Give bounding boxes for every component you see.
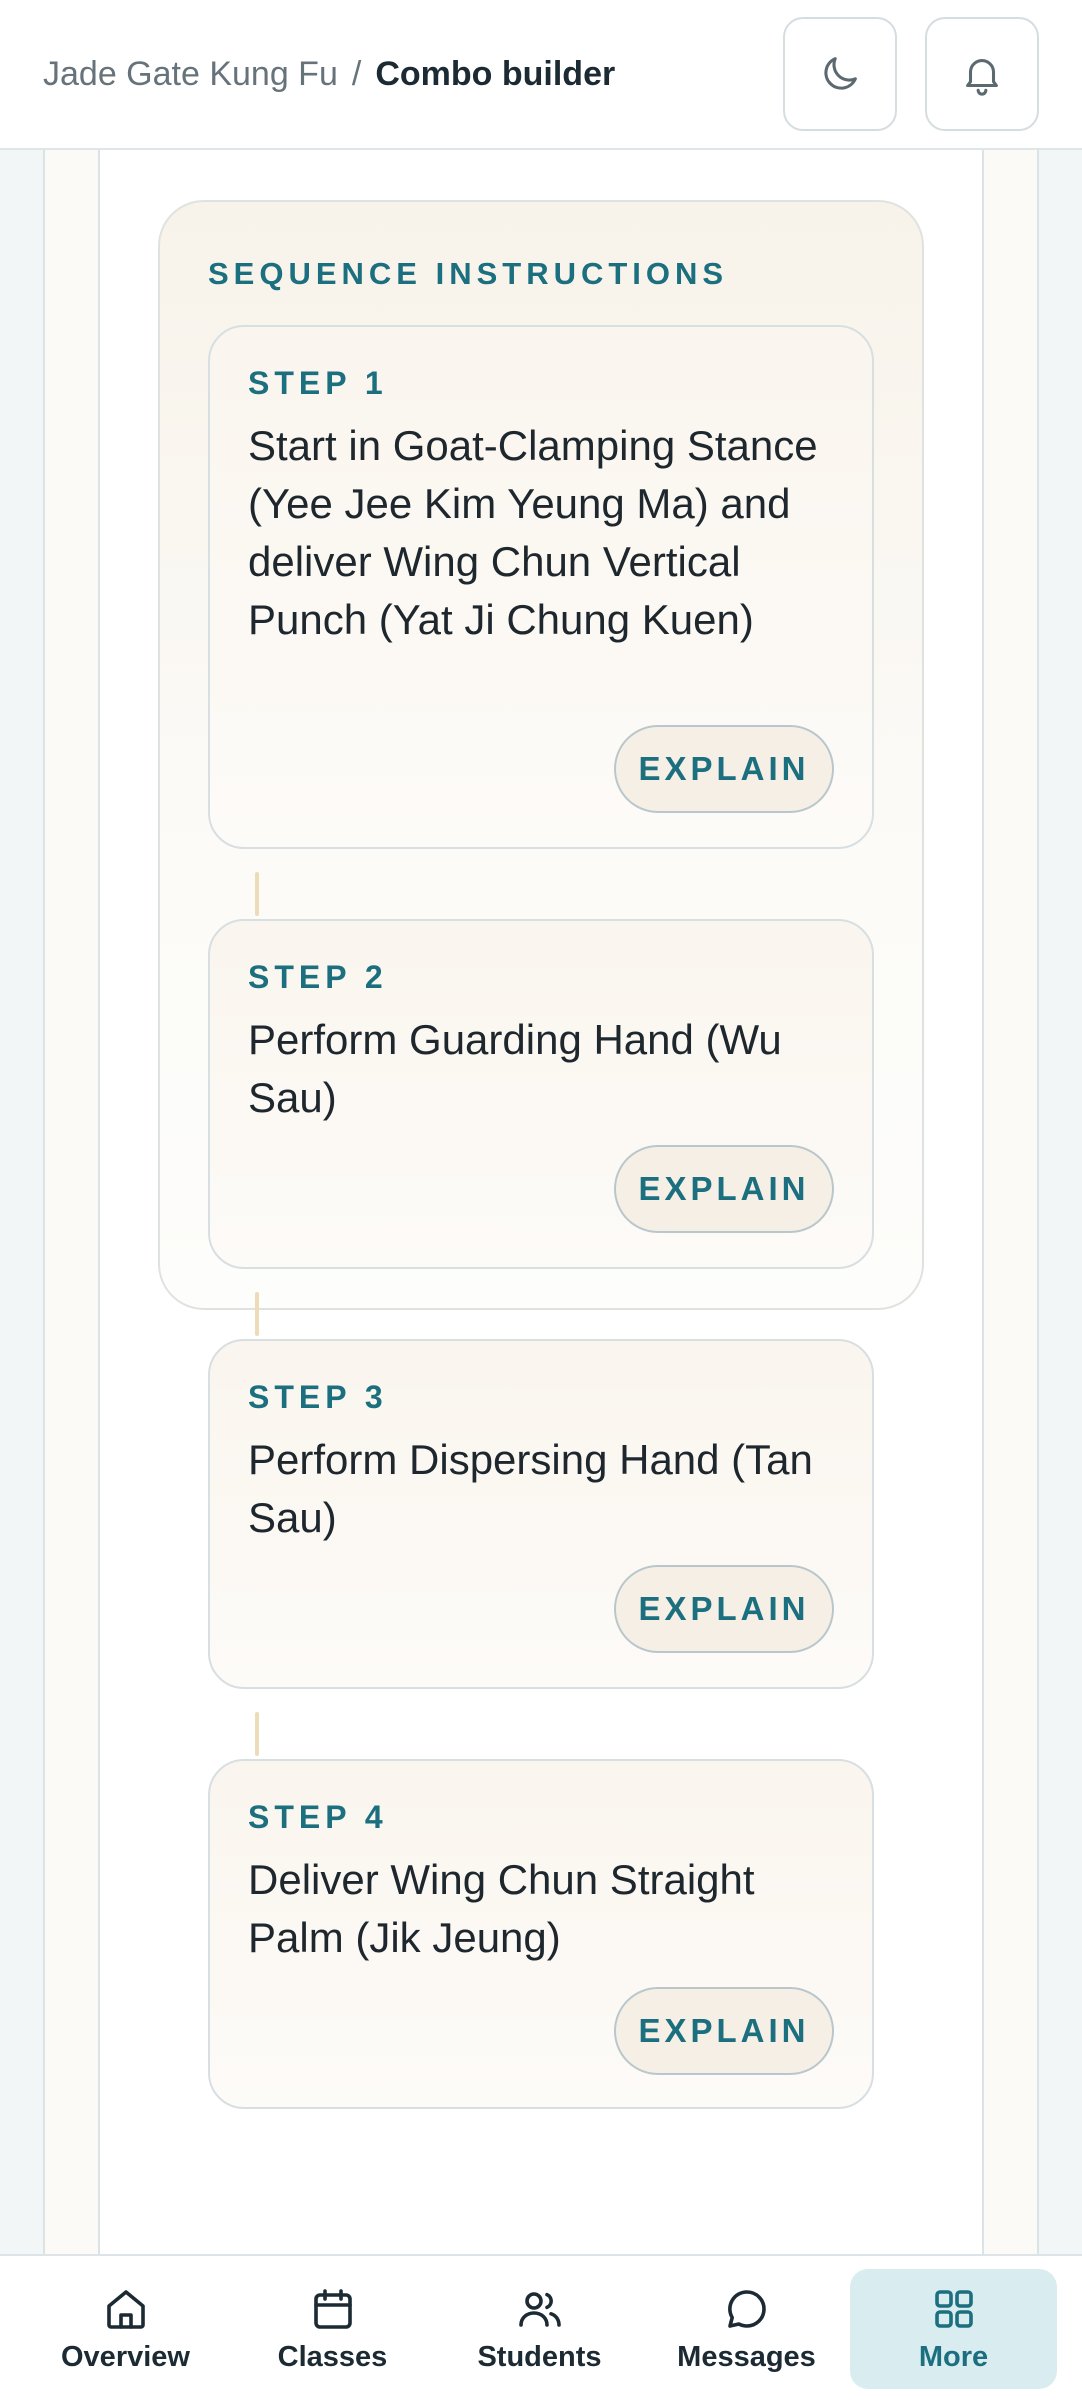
- breadcrumb-separator: /: [351, 54, 362, 93]
- header-actions: [783, 17, 1039, 131]
- breadcrumb-current-page: Combo builder: [375, 54, 616, 93]
- grid-icon: [934, 2289, 973, 2328]
- step-connector: [255, 872, 259, 916]
- users-icon: [518, 2291, 561, 2327]
- breadcrumb: Jade Gate Kung Fu / Combo builder: [43, 55, 615, 94]
- nav-label: Classes: [277, 2340, 388, 2373]
- step-card: STEP 4 Deliver Wing Chun Straight Palm (…: [208, 1759, 874, 2109]
- chat-icon: [727, 2289, 766, 2328]
- explain-button-step-2[interactable]: EXPLAIN: [614, 1145, 834, 1233]
- notifications-button[interactable]: [925, 17, 1039, 131]
- step-text: Deliver Wing Chun Straight Palm (Jik Jeu…: [248, 1856, 755, 1961]
- explain-button-step-3[interactable]: EXPLAIN: [614, 1565, 834, 1653]
- step-connector: [255, 1712, 259, 1756]
- breadcrumb-root-link[interactable]: Jade Gate Kung Fu: [43, 55, 338, 94]
- nav-item-students[interactable]: Students: [436, 2269, 643, 2389]
- explain-button-step-4[interactable]: EXPLAIN: [614, 1987, 834, 2075]
- step-label: STEP 3: [248, 1379, 388, 1415]
- app-screen: Jade Gate Kung Fu / Combo builder SEQUEN…: [0, 0, 1082, 2402]
- explain-button-step-1[interactable]: EXPLAIN: [614, 725, 834, 813]
- bell-icon: [966, 59, 998, 96]
- moon-icon: [824, 57, 857, 90]
- nav-label: Messages: [677, 2340, 816, 2373]
- nav-item-classes[interactable]: Classes: [229, 2269, 436, 2389]
- nav-item-overview[interactable]: Overview: [22, 2269, 229, 2389]
- nav-item-messages[interactable]: Messages: [643, 2269, 850, 2389]
- nav-item-more[interactable]: More: [850, 2269, 1057, 2389]
- main-content[interactable]: SEQUENCE INSTRUCTIONS STEP 1 Start in Go…: [0, 150, 1082, 2254]
- step-text: Perform Guarding Hand (Wu Sau): [248, 1016, 782, 1121]
- step-card: STEP 2 Perform Guarding Hand (Wu Sau) EX…: [208, 919, 874, 1269]
- step-card: STEP 3 Perform Dispersing Hand (Tan Sau)…: [208, 1339, 874, 1689]
- step-label: STEP 1: [248, 365, 388, 401]
- calendar-icon: [313, 2288, 352, 2329]
- nav-label: Overview: [61, 2340, 190, 2373]
- nav-label: Students: [477, 2340, 602, 2373]
- sequence-title: SEQUENCE INSTRUCTIONS: [208, 256, 729, 291]
- nav-label: More: [918, 2340, 989, 2373]
- step-card: STEP 1 Start in Goat-Clamping Stance (Ye…: [208, 325, 874, 849]
- bottom-navigation: Overview Classes Students Messages More: [0, 2254, 1082, 2402]
- theme-toggle-button[interactable]: [783, 17, 897, 131]
- step-text: Perform Dispersing Hand (Tan Sau): [248, 1436, 813, 1541]
- step-label: STEP 2: [248, 959, 388, 995]
- top-header: Jade Gate Kung Fu / Combo builder: [0, 0, 1082, 150]
- home-icon: [106, 2289, 145, 2329]
- step-connector: [255, 1292, 259, 1336]
- step-label: STEP 4: [248, 1799, 388, 1835]
- step-text: Start in Goat-Clamping Stance (Yee Jee K…: [248, 422, 818, 643]
